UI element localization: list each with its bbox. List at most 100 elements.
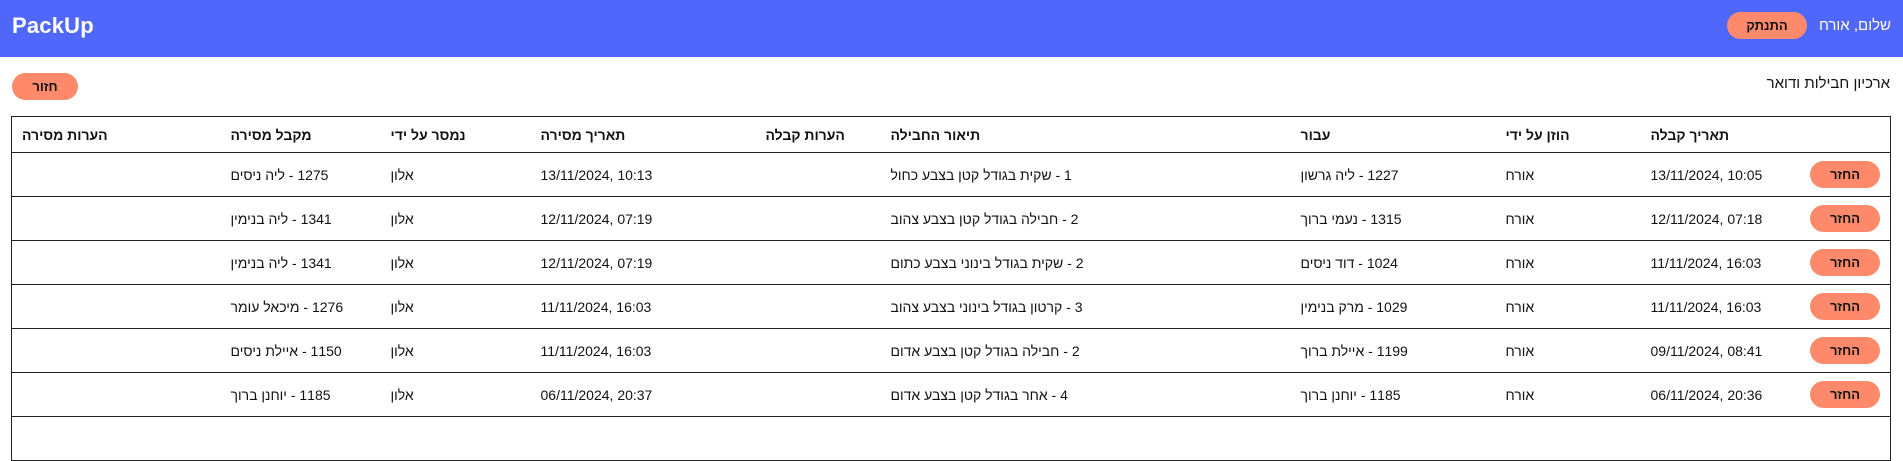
back-button[interactable]: חזור [12, 73, 78, 100]
cell-delivery-notes [11, 328, 221, 373]
table-row: החזר 16:03 ,11/11/2024 אורח 1029 - מרק בנימ… [11, 284, 1891, 329]
cell-recipient: 1341 - ליה בנימין [220, 240, 381, 285]
cell-delivered: 07:19 ,12/11/2024 [530, 240, 756, 285]
archive-table-container: תאריך קבלה הוזן על ידי עבור תיאור החבילה הער… [11, 116, 1891, 461]
column-header-delivery-date: תאריך מסירה [530, 116, 756, 153]
cell-entered-by: אורח [1495, 152, 1641, 197]
cell-entered-by: אורח [1495, 372, 1641, 417]
return-package-button[interactable]: החזר [1810, 337, 1880, 364]
cell-delivered-by: אלון [380, 152, 531, 197]
column-header-action [1800, 116, 1891, 153]
table-row: החזר 07:18 ,12/11/2024 אורח 1315 - נעמי ברו… [11, 196, 1891, 241]
cell-delivery-notes [11, 196, 221, 241]
cell-delivery-notes [11, 372, 221, 417]
column-header-entered-by: הוזן על ידי [1495, 116, 1641, 153]
archive-table: תאריך קבלה הוזן על ידי עבור תיאור החבילה הער… [11, 116, 1891, 461]
column-header-delivery-notes: הערות מסירה [11, 116, 221, 153]
cell-received: 07:18 ,12/11/2024 [1640, 196, 1801, 241]
row-action-cell: החזר [1800, 284, 1891, 329]
user-greeting: שלום, אורח [1818, 17, 1891, 34]
row-action-cell: החזר [1800, 240, 1891, 285]
cell-received: 20:36 ,06/11/2024 [1640, 372, 1801, 417]
return-package-button[interactable]: החזר [1810, 381, 1880, 408]
table-row: החזר 10:05 ,13/11/2024 אורח 1227 - ליה גרשו… [11, 152, 1891, 197]
cell-for: 1199 - איילת ברוך [1290, 328, 1496, 373]
table-row: החזר 16:03 ,11/11/2024 אורח 1024 - דוד ניסי… [11, 240, 1891, 285]
cell-entered-by: אורח [1495, 240, 1641, 285]
cell-description: 4 - אחר בגודל קטן בצבע אדום [880, 372, 1291, 417]
cell-recipient: 1185 - יוחנן ברוך [220, 372, 381, 417]
cell-recipient [220, 416, 381, 461]
cell-for: 1024 - דוד ניסים [1290, 240, 1496, 285]
logout-button[interactable]: התנתק [1727, 12, 1807, 39]
row-action-cell: החזר [1800, 196, 1891, 241]
cell-entered-by: אורח [1495, 284, 1641, 329]
cell-entered-by: אורח [1495, 196, 1641, 241]
cell-description: 2 - חבילה בגודל קטן בצבע צהוב [880, 196, 1291, 241]
cell-description: 3 - קרטון בגודל בינוני בצבע צהוב [880, 284, 1291, 329]
cell-for [1290, 416, 1496, 461]
cell-description: 1 - שקית בגודל קטן בצבע כחול [880, 152, 1291, 197]
table-row [11, 416, 1891, 461]
cell-delivery-notes [11, 416, 221, 461]
table-row: החזר 20:36 ,06/11/2024 אורח 1185 - יוחנן בר… [11, 372, 1891, 417]
cell-delivered-by [380, 416, 531, 461]
row-action-cell: החזר [1800, 152, 1891, 197]
cell-delivered-by: אלון [380, 240, 531, 285]
cell-recipient: 1341 - ליה בנימין [220, 196, 381, 241]
cell-delivered: 10:13 ,13/11/2024 [530, 152, 756, 197]
cell-receive-notes [755, 416, 881, 461]
cell-delivered-by: אלון [380, 328, 531, 373]
table-header-row: תאריך קבלה הוזן על ידי עבור תיאור החבילה הער… [11, 116, 1891, 153]
cell-receive-notes [755, 372, 881, 417]
top-bar: שלום, אורח התנתק PackUp [0, 0, 1903, 57]
cell-delivered-by: אלון [380, 372, 531, 417]
cell-received: 08:41 ,09/11/2024 [1640, 328, 1801, 373]
cell-received: 10:05 ,13/11/2024 [1640, 152, 1801, 197]
column-header-receive-notes: הערות קבלה [755, 116, 881, 153]
cell-recipient: 1150 - איילת ניסים [220, 328, 381, 373]
cell-entered-by: אורח [1495, 328, 1641, 373]
cell-for: 1029 - מרק בנימין [1290, 284, 1496, 329]
column-header-recipient: מקבל מסירה [220, 116, 381, 153]
cell-description: 2 - חבילה בגודל קטן בצבע אדום [880, 328, 1291, 373]
cell-recipient: 1275 - ליה ניסים [220, 152, 381, 197]
cell-delivered: 16:03 ,11/11/2024 [530, 284, 756, 329]
column-header-for: עבור [1290, 116, 1496, 153]
column-header-delivered-by: נמסר על ידי [380, 116, 531, 153]
cell-delivered [530, 416, 756, 461]
cell-delivery-notes [11, 240, 221, 285]
cell-delivery-notes [11, 152, 221, 197]
cell-receive-notes [755, 284, 881, 329]
cell-delivered-by: אלון [380, 284, 531, 329]
return-package-button[interactable]: החזר [1810, 205, 1880, 232]
cell-description [880, 416, 1291, 461]
cell-delivered: 20:37 ,06/11/2024 [530, 372, 756, 417]
cell-delivery-notes [11, 284, 221, 329]
return-package-button[interactable]: החזר [1810, 293, 1880, 320]
cell-delivered-by: אלון [380, 196, 531, 241]
cell-receive-notes [755, 328, 881, 373]
row-action-cell [1800, 416, 1891, 461]
column-header-description: תיאור החבילה [880, 116, 1291, 153]
cell-receive-notes [755, 196, 881, 241]
cell-recipient: 1276 - מיכאל עומר [220, 284, 381, 329]
cell-receive-notes [755, 152, 881, 197]
row-action-cell: החזר [1800, 372, 1891, 417]
cell-for: 1185 - יוחנן ברוך [1290, 372, 1496, 417]
cell-received: 16:03 ,11/11/2024 [1640, 284, 1801, 329]
cell-for: 1227 - ליה גרשון [1290, 152, 1496, 197]
cell-received [1640, 416, 1801, 461]
return-package-button[interactable]: החזר [1810, 161, 1880, 188]
cell-receive-notes [755, 240, 881, 285]
cell-for: 1315 - נעמי ברוך [1290, 196, 1496, 241]
cell-description: 2 - שקית בגודל בינוני בצבע כתום [880, 240, 1291, 285]
cell-delivered: 07:19 ,12/11/2024 [530, 196, 756, 241]
return-package-button[interactable]: החזר [1810, 249, 1880, 276]
column-header-received-date: תאריך קבלה [1640, 116, 1801, 153]
app-logo[interactable]: PackUp [12, 13, 94, 39]
row-action-cell: החזר [1800, 328, 1891, 373]
cell-entered-by [1495, 416, 1641, 461]
page-title: ארכיון חבילות ודואר [1766, 75, 1890, 92]
cell-delivered: 16:03 ,11/11/2024 [530, 328, 756, 373]
